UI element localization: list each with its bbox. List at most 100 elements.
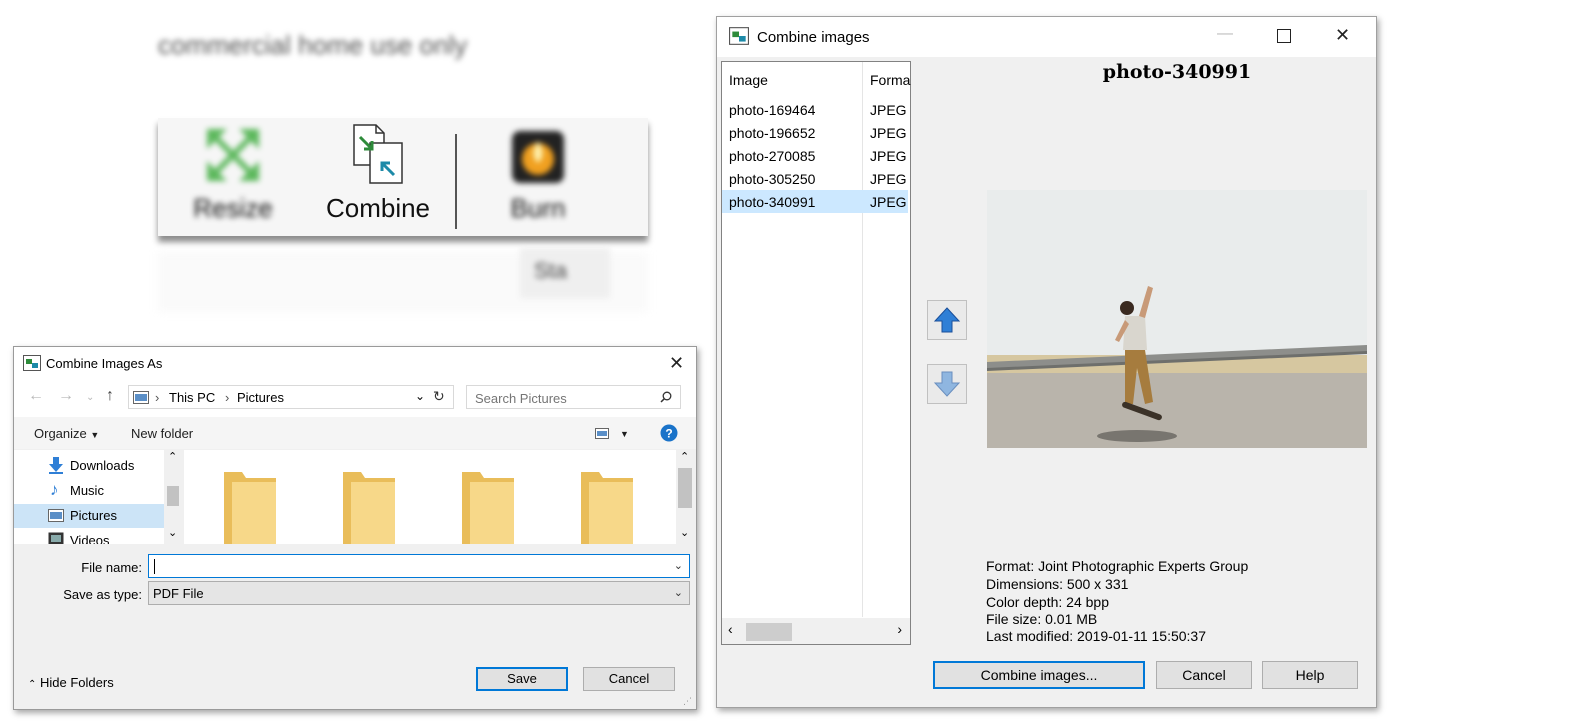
combine-images-button[interactable]: Combine images... xyxy=(933,661,1145,689)
address-bar-row: ← → ⌄ ↑ › This PC › Pictures ⌄ ↻ xyxy=(14,381,696,417)
text-caret xyxy=(154,559,155,574)
save-as-type-select[interactable]: PDF File ⌄ xyxy=(148,581,690,605)
combine-ribbon-button[interactable]: Combine xyxy=(318,118,438,236)
row-name: photo-305250 xyxy=(729,171,816,187)
resize-button[interactable]: Resize xyxy=(188,118,278,236)
scroll-left-icon[interactable]: ‹ xyxy=(728,621,733,637)
list-row[interactable]: photo-196652 JPEG xyxy=(722,121,908,144)
pictures-icon xyxy=(48,509,64,522)
column-header-format[interactable]: Forma xyxy=(870,72,910,88)
list-row[interactable]: photo-305250 JPEG xyxy=(722,167,908,190)
refresh-icon[interactable]: ↻ xyxy=(433,388,445,405)
minimize-icon[interactable]: — xyxy=(1217,25,1233,43)
new-folder-button[interactable]: New folder xyxy=(131,426,193,441)
help-glyph: ? xyxy=(665,427,672,441)
address-dropdown-icon[interactable]: ⌄ xyxy=(415,389,425,403)
burn-icon xyxy=(512,131,564,183)
folder-icon[interactable] xyxy=(460,468,516,544)
close-icon[interactable]: ✕ xyxy=(1335,25,1350,46)
app-icon xyxy=(23,355,41,371)
breadcrumb-separator-icon: › xyxy=(225,390,230,405)
maximize-icon[interactable] xyxy=(1277,29,1291,43)
nav-item-pictures[interactable]: Pictures xyxy=(14,504,164,528)
help-button[interactable]: Help xyxy=(1262,661,1358,689)
list-row-selected[interactable]: photo-340991 JPEG xyxy=(722,190,908,213)
back-arrow-icon[interactable]: ← xyxy=(28,387,44,405)
row-format: JPEG xyxy=(870,125,907,141)
file-name-dropdown-icon[interactable]: ⌄ xyxy=(674,559,683,572)
folder-icon[interactable] xyxy=(579,468,635,544)
organize-menu[interactable]: Organize ▼ xyxy=(34,426,99,441)
address-bar[interactable]: › This PC › Pictures ⌄ ↻ xyxy=(128,385,454,409)
save-as-type-value: PDF File xyxy=(153,586,204,601)
cancel-button[interactable]: Cancel xyxy=(583,667,675,691)
scroll-up-icon[interactable]: ⌃ xyxy=(680,450,689,463)
folder-icon[interactable] xyxy=(341,468,397,544)
view-options-icon[interactable] xyxy=(595,428,609,439)
info-last-modified: Last modified: 2019-01-11 15:50:37 xyxy=(986,628,1207,644)
row-name: photo-169464 xyxy=(729,102,816,118)
app-icon xyxy=(729,27,749,45)
help-icon[interactable]: ? xyxy=(660,424,678,442)
hide-folders-button[interactable]: ⌃ Hide Folders xyxy=(28,675,114,690)
scroll-up-icon[interactable]: ⌃ xyxy=(168,450,177,463)
column-header-image[interactable]: Image xyxy=(729,72,768,88)
scroll-down-icon[interactable]: ⌄ xyxy=(168,526,177,539)
save-button[interactable]: Save xyxy=(476,667,568,691)
arrow-down-icon xyxy=(933,371,961,397)
nav-item-videos[interactable]: Videos xyxy=(14,529,164,544)
hide-folders-label: Hide Folders xyxy=(40,675,114,690)
cancel-button[interactable]: Cancel xyxy=(1156,661,1252,689)
scroll-thumb[interactable] xyxy=(746,623,792,641)
save-as-type-dropdown-icon[interactable]: ⌄ xyxy=(674,586,683,599)
window-titlebar: Combine images — ✕ xyxy=(717,17,1376,57)
download-icon xyxy=(49,457,63,474)
nav-label: Music xyxy=(70,483,104,498)
resize-label: Resize xyxy=(193,193,273,223)
move-up-button[interactable] xyxy=(927,300,967,340)
dialog-titlebar: Combine Images As ✕ xyxy=(14,347,696,381)
resize-grip-icon[interactable]: ⋰ xyxy=(683,696,692,707)
skateboarder-photo xyxy=(987,190,1367,448)
nav-item-downloads[interactable]: Downloads xyxy=(14,454,164,478)
file-name-row: File name: ⌄ xyxy=(14,554,696,580)
up-arrow-icon[interactable]: ↑ xyxy=(106,387,114,405)
start-label: Sta xyxy=(534,258,568,283)
save-as-type-row: Save as type: PDF File ⌄ xyxy=(14,581,696,607)
scroll-thumb[interactable] xyxy=(167,486,179,506)
start-button[interactable]: Sta xyxy=(520,248,610,298)
search-icon[interactable] xyxy=(660,391,672,403)
list-row[interactable]: photo-270085 JPEG xyxy=(722,144,908,167)
window-title: Combine images xyxy=(757,29,870,46)
move-down-button[interactable] xyxy=(927,364,967,404)
scroll-thumb[interactable] xyxy=(678,468,692,508)
burn-button[interactable]: Burn xyxy=(498,118,578,236)
list-row[interactable]: photo-169464 JPEG xyxy=(722,98,908,121)
nav-item-music[interactable]: ♪ Music xyxy=(14,479,164,503)
breadcrumb-pictures[interactable]: Pictures xyxy=(237,390,284,405)
organize-label: Organize xyxy=(34,426,87,441)
search-box xyxy=(466,385,681,409)
file-list-scrollbar[interactable]: ⌃ ⌄ xyxy=(676,450,694,544)
dialog-title: Combine Images As xyxy=(46,356,163,371)
scroll-down-icon[interactable]: ⌄ xyxy=(680,526,689,539)
recent-dropdown-icon[interactable]: ⌄ xyxy=(86,392,94,403)
list-horizontal-scrollbar[interactable]: ‹ › xyxy=(722,618,910,644)
row-format: JPEG xyxy=(870,102,907,118)
scroll-right-icon[interactable]: › xyxy=(897,621,902,637)
file-name-label: File name: xyxy=(81,560,142,575)
nav-label: Downloads xyxy=(70,458,135,473)
breadcrumb-this-pc[interactable]: This PC xyxy=(169,390,215,405)
folder-icon[interactable] xyxy=(222,468,278,544)
file-name-field[interactable]: ⌄ xyxy=(148,554,690,578)
forward-arrow-icon[interactable]: → xyxy=(58,387,74,405)
nav-pane-scrollbar[interactable]: ⌃ ⌄ xyxy=(164,450,182,544)
image-list: Image Forma photo-169464 JPEG photo-1966… xyxy=(721,61,911,645)
search-input[interactable] xyxy=(473,387,657,409)
close-icon[interactable]: ✕ xyxy=(669,353,684,374)
info-file-size: File size: 0.01 MB xyxy=(986,611,1098,627)
view-dropdown-icon[interactable]: ▼ xyxy=(620,429,629,439)
organize-dropdown-icon: ▼ xyxy=(90,430,100,440)
pictures-location-icon xyxy=(133,391,149,404)
blurred-caption: commercial home use only xyxy=(158,30,468,60)
